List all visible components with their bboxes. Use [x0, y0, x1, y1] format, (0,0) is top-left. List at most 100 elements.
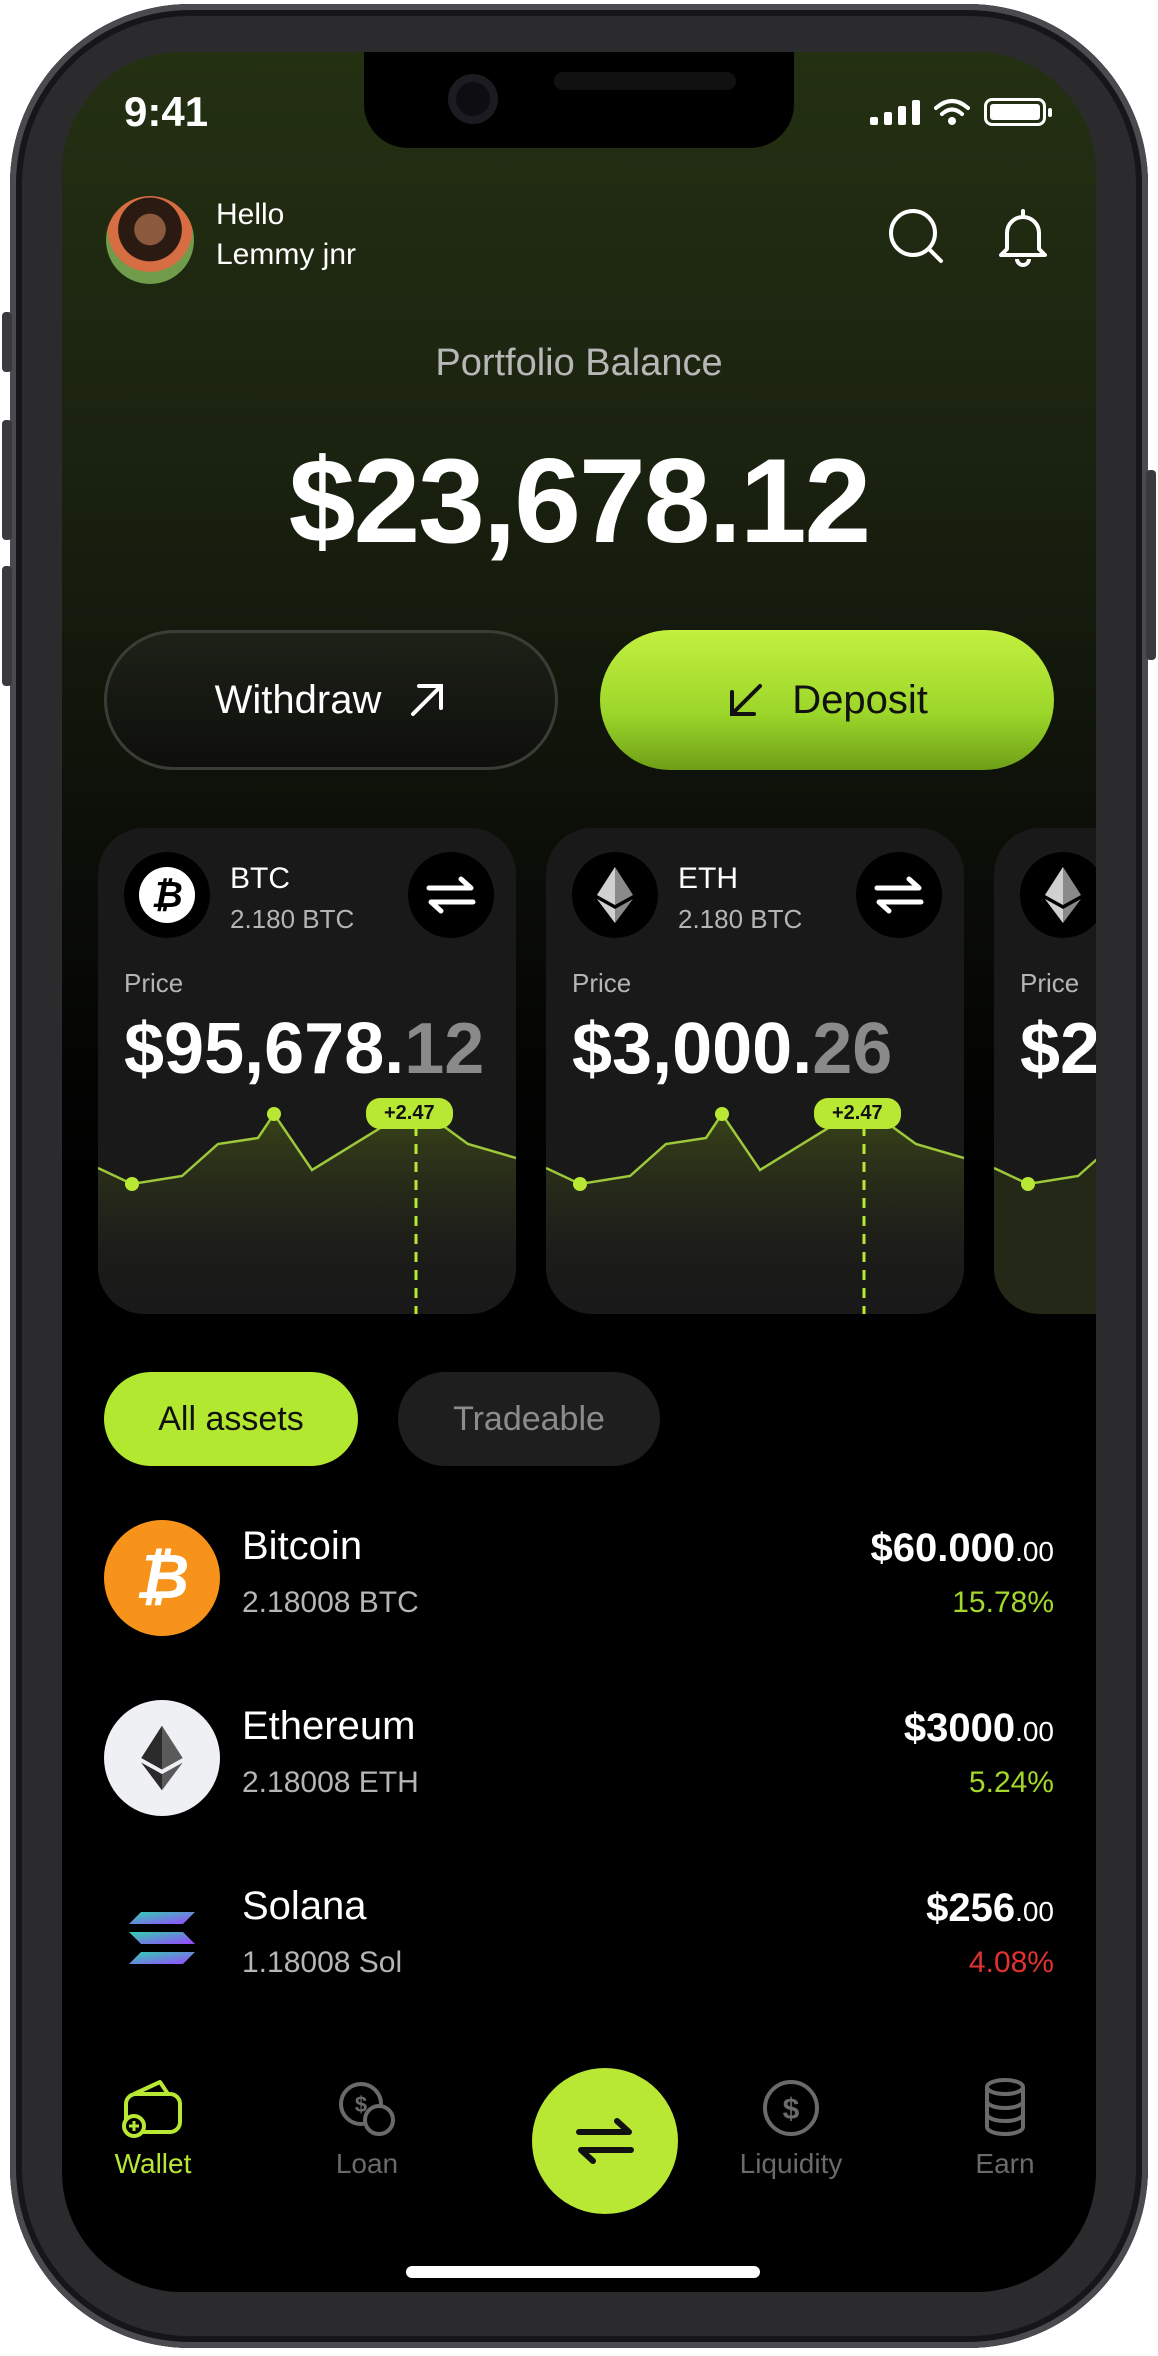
wallet-icon: [122, 2080, 182, 2138]
notifications-button[interactable]: [988, 202, 1058, 272]
price-card-partial[interactable]: Price $2: [994, 828, 1096, 1314]
price-decimal: 12: [404, 1009, 485, 1089]
coin-badge: [1020, 852, 1096, 938]
bell-icon: [999, 209, 1047, 267]
card-price: $95,678.12: [124, 1008, 484, 1090]
nav-loan[interactable]: $ Loan: [292, 2068, 442, 2180]
withdraw-label: Withdraw: [214, 677, 382, 722]
ethereum-icon: [597, 867, 633, 923]
ethereum-logo: [104, 1700, 220, 1816]
nav-liquidity-label: Liquidity: [739, 2148, 843, 2179]
search-button[interactable]: [882, 202, 952, 272]
greeting: Hello: [216, 198, 285, 231]
price-label: Price: [572, 968, 632, 998]
card-price: $2: [1020, 1008, 1096, 1090]
price-label: Price: [124, 968, 184, 998]
solana-logo: [104, 1880, 220, 1996]
asset-row-solana[interactable]: Solana 1.18008 Sol $256.00 4.08%: [104, 1880, 1054, 2000]
nav-earn-label: Earn: [975, 2148, 1035, 2179]
asset-row-bitcoin[interactable]: ₿ Bitcoin 2.18008 BTC $60.000.00 15.78%: [104, 1520, 1054, 1640]
price-main: $3,000.: [572, 1009, 813, 1089]
ethereum-icon: [1045, 867, 1081, 923]
bottom-nav: Wallet $ Loan $ Liquidity Earn: [62, 2068, 1096, 2228]
asset-change: 4.08%: [968, 1946, 1054, 1979]
svg-text:₿: ₿: [135, 1543, 189, 1612]
asset-change: 5.24%: [968, 1766, 1054, 1799]
eth-coin-badge: [572, 852, 658, 938]
arrow-up-right-icon: [411, 684, 444, 716]
swap-button[interactable]: [856, 852, 942, 938]
solana-icon: [129, 1912, 195, 1964]
svg-text:$: $: [355, 2092, 367, 2117]
price-card-btc[interactable]: ₿ BTC 2.180 BTC Price $95,678.12 +2.47: [98, 828, 516, 1314]
battery-icon: [984, 98, 1052, 126]
asset-amount: 2.18008 BTC: [242, 1586, 419, 1619]
dollar-coin-icon: $: [763, 2080, 819, 2136]
price-main: $2: [1020, 1009, 1096, 1089]
portfolio-label: Portfolio Balance: [435, 342, 723, 384]
wifi-icon: [934, 99, 970, 125]
tab-all-assets[interactable]: All assets: [104, 1372, 358, 1466]
asset-name: Solana: [242, 1884, 367, 1928]
value-decimal: .00: [1015, 1896, 1054, 1927]
nav-loan-label: Loan: [335, 2148, 399, 2179]
asset-row-ethereum[interactable]: Ethereum 2.18008 ETH $3000.00 5.24%: [104, 1700, 1054, 1820]
power-button: [1146, 470, 1156, 660]
value-decimal: .00: [1015, 1716, 1054, 1747]
volume-up-button: [2, 420, 12, 540]
deposit-button[interactable]: Deposit: [600, 630, 1054, 770]
asset-amount: 1.18008 Sol: [242, 1946, 403, 1979]
avatar[interactable]: [106, 196, 194, 284]
loan-icon: $: [339, 2082, 395, 2136]
asset-amount: 2.18008 ETH: [242, 1766, 419, 1799]
nav-liquidity[interactable]: $ Liquidity: [716, 2068, 866, 2180]
value-main: $256: [926, 1886, 1016, 1930]
change-badge: +2.47: [366, 1098, 453, 1129]
value-main: $3000: [903, 1706, 1016, 1750]
card-symbol: BTC: [230, 862, 290, 895]
nav-wallet[interactable]: Wallet: [78, 2068, 228, 2180]
price-main: $95,678.: [124, 1009, 405, 1089]
tab-tradeable[interactable]: Tradeable: [398, 1372, 660, 1466]
ethereum-icon: [141, 1725, 183, 1791]
swap-icon: [576, 2118, 634, 2164]
portfolio-balance: $23,678.12: [288, 434, 872, 568]
asset-value: $3000.00: [904, 1706, 1054, 1751]
price-card-eth[interactable]: ETH 2.180 BTC Price $3,000.26 +2.47: [546, 828, 964, 1314]
mute-switch: [2, 312, 12, 372]
price-sparkline: [994, 1158, 1096, 1314]
user-name: Lemmy jnr: [216, 238, 357, 271]
asset-value: $60.000.00: [870, 1526, 1054, 1571]
volume-down-button: [2, 566, 12, 686]
price-decimal: 26: [812, 1009, 893, 1089]
asset-value: $256.00: [926, 1886, 1054, 1931]
price-sparkline: [546, 1104, 964, 1314]
coin-stack-icon: [985, 2078, 1025, 2136]
notch: [364, 52, 794, 148]
card-amount: 2.180 BTC: [230, 904, 355, 934]
swap-icon: [426, 876, 476, 914]
deposit-label: Deposit: [792, 677, 928, 722]
speaker: [554, 72, 736, 90]
swap-button[interactable]: [408, 852, 494, 938]
asset-name: Bitcoin: [242, 1524, 363, 1568]
asset-change: 15.78%: [952, 1586, 1054, 1619]
price-sparkline: [98, 1104, 516, 1314]
bitcoin-logo: ₿: [104, 1520, 220, 1636]
status-time: 9:41: [124, 88, 209, 135]
asset-name: Ethereum: [242, 1704, 416, 1748]
nav-earn[interactable]: Earn: [930, 2068, 1080, 2180]
withdraw-button[interactable]: Withdraw: [104, 630, 558, 770]
card-symbol: ETH: [678, 862, 738, 895]
status-icons: [870, 98, 1052, 126]
bitcoin-icon: ₿: [139, 867, 195, 923]
btc-coin-badge: ₿: [124, 852, 210, 938]
swap-fab[interactable]: [532, 2068, 678, 2214]
swap-icon: [874, 876, 924, 914]
nav-wallet-label: Wallet: [114, 2148, 192, 2179]
home-indicator[interactable]: [406, 2266, 760, 2278]
search-icon: [889, 209, 943, 263]
app-screen: 9:41 Hello Lemmy jnr Portfolio Balance $…: [62, 52, 1096, 2292]
bitcoin-icon: ₿: [135, 1543, 189, 1612]
change-badge: +2.47: [814, 1098, 901, 1129]
